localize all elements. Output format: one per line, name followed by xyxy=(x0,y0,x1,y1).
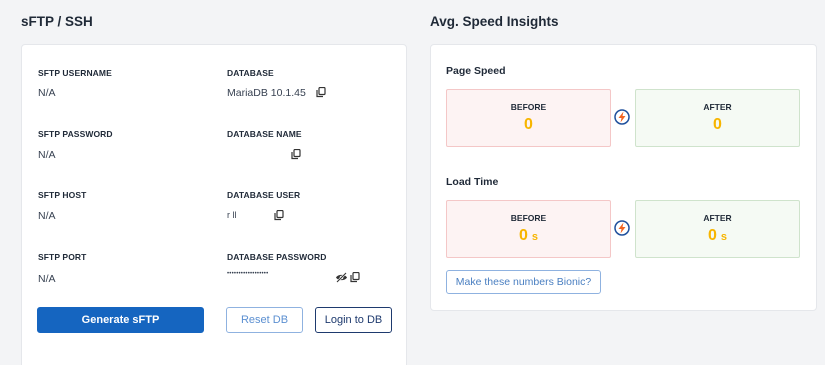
database-label: DATABASE xyxy=(227,68,274,78)
page-speed-after-box: AFTER 0 xyxy=(635,89,800,147)
database-password-label: DATABASE PASSWORD xyxy=(227,252,327,262)
load-time-before-value: 0s xyxy=(519,227,538,246)
sftp-host-value: N/A xyxy=(38,210,56,222)
load-time-after-number: 0 xyxy=(707,226,717,244)
sftp-port-label: SFTP PORT xyxy=(38,252,87,262)
page-speed-before-box: BEFORE 0 xyxy=(446,89,611,147)
login-to-db-button[interactable]: Login to DB xyxy=(315,307,392,333)
after-label: AFTER xyxy=(703,102,732,112)
load-time-title: Load Time xyxy=(446,176,499,188)
sftp-password-value: N/A xyxy=(38,149,56,161)
bolt-icon xyxy=(614,220,630,236)
sftp-host-label: SFTP HOST xyxy=(38,190,87,200)
copy-icon[interactable] xyxy=(291,149,301,160)
sftp-card: SFTP USERNAME N/A DATABASE MariaDB 10.1.… xyxy=(21,44,407,365)
database-user-label: DATABASE USER xyxy=(227,190,301,200)
after-label: AFTER xyxy=(703,212,732,223)
load-time-after-value: 0s xyxy=(708,227,727,246)
make-bionic-button[interactable]: Make these numbers Bionic? xyxy=(446,270,601,294)
copy-icon[interactable] xyxy=(274,210,284,221)
database-name-label: DATABASE NAME xyxy=(227,129,302,139)
load-time-before-unit: s xyxy=(531,230,539,243)
sftp-username-label: SFTP USERNAME xyxy=(38,68,112,78)
copy-icon[interactable] xyxy=(350,272,360,283)
sftp-section-title: sFTP / SSH xyxy=(21,14,93,29)
page-speed-title: Page Speed xyxy=(446,65,506,77)
load-time-before-box: BEFORE 0s xyxy=(446,200,611,258)
database-user-value: r ll xyxy=(227,210,237,220)
database-value: MariaDB 10.1.45 xyxy=(227,87,306,99)
speed-card: Page Speed BEFORE 0 AFTER 0 Load Time BE… xyxy=(430,44,817,311)
generate-sftp-button[interactable]: Generate sFTP xyxy=(37,307,204,333)
load-time-before-number: 0 xyxy=(518,226,528,244)
load-time-after-box: AFTER 0s xyxy=(635,200,800,258)
eye-off-icon[interactable] xyxy=(335,272,348,283)
page-speed-before-value: 0 xyxy=(524,116,533,133)
sftp-username-value: N/A xyxy=(38,87,56,99)
speed-section-title: Avg. Speed Insights xyxy=(430,14,559,29)
before-label: BEFORE xyxy=(510,102,547,112)
sftp-password-label: SFTP PASSWORD xyxy=(38,129,113,139)
before-label: BEFORE xyxy=(510,212,547,223)
bolt-icon xyxy=(614,109,630,125)
reset-db-button[interactable]: Reset DB xyxy=(226,307,303,333)
load-time-after-unit: s xyxy=(720,230,728,243)
page-speed-after-value: 0 xyxy=(713,116,722,133)
database-password-value: •••••••••••••••••• xyxy=(227,271,269,277)
copy-icon[interactable] xyxy=(316,87,326,98)
sftp-port-value: N/A xyxy=(38,273,56,285)
